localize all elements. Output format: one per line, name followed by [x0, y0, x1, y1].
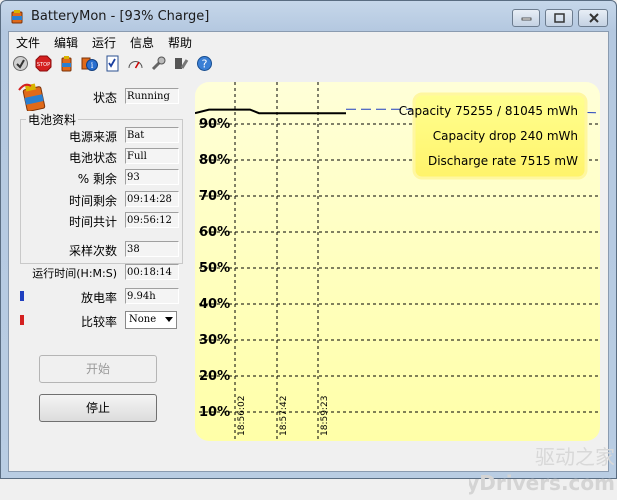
- discharge-rate-value: 9.94h: [125, 288, 179, 304]
- svg-text:i: i: [91, 61, 94, 70]
- sample-count-value: 38: [125, 241, 179, 257]
- info-line: Discharge rate 7515 mW: [428, 154, 578, 168]
- compare-rate-color-swatch: [20, 315, 24, 325]
- menu-edit[interactable]: 编辑: [54, 34, 78, 51]
- check-icon[interactable]: [12, 55, 29, 72]
- battery-icon[interactable]: [58, 55, 75, 72]
- menu-run[interactable]: 运行: [92, 34, 116, 51]
- y-tick-label: 60%: [199, 225, 230, 240]
- y-tick-label: 50%: [199, 261, 230, 276]
- svg-text:?: ?: [202, 58, 208, 71]
- chevron-down-icon: [165, 317, 173, 322]
- menu-file[interactable]: 文件: [16, 34, 40, 51]
- title-bar[interactable]: BatteryMon - [93% Charge]: [1, 1, 616, 31]
- y-tick-label: 30%: [199, 333, 230, 348]
- menu-info[interactable]: 信息: [130, 34, 154, 51]
- compare-rate-label: 比较率: [80, 315, 117, 329]
- gauge-icon[interactable]: [127, 55, 144, 72]
- runtime-value: 00:18:14: [125, 264, 179, 280]
- battery-info-title: 电池资料: [26, 111, 79, 128]
- time-total-value: 09:56:12: [125, 212, 179, 228]
- stop-icon[interactable]: STOP: [35, 55, 52, 72]
- battery-status-icon: [18, 83, 46, 112]
- compare-rate-selected: None: [129, 314, 157, 325]
- discharge-rate-color-swatch: [20, 291, 24, 301]
- battery-chart: 90% 80% 70% 60% 50% 40% 30% 20% 10% 18:56:02 18:5…: [195, 82, 600, 441]
- runtime-label: 运行时间(H:M:S): [32, 267, 117, 280]
- minimize-button[interactable]: [512, 9, 540, 27]
- time-remaining-value: 09:14:28: [125, 191, 179, 207]
- y-tick-label: 80%: [199, 153, 230, 168]
- battery-monitor-window: BatteryMon - [93% Charge] 文件 编辑 运行 信息 帮助…: [0, 0, 617, 495]
- help-icon[interactable]: ?: [196, 55, 213, 72]
- info-line: Capacity 75255 / 81045 mWh: [399, 104, 578, 118]
- compare-rate-select[interactable]: None: [125, 311, 177, 329]
- y-tick-label: 10%: [199, 405, 230, 420]
- menu-help[interactable]: 帮助: [168, 34, 192, 51]
- mydrivers-watermark: 驱动之家 MyDrivers.com: [469, 445, 615, 495]
- svg-text:MyDrivers.com: MyDrivers.com: [469, 471, 615, 495]
- discharge-rate-label: 放电率: [80, 291, 117, 305]
- status-value: Running: [125, 88, 179, 104]
- info-line: Capacity drop 240 mWh: [433, 129, 578, 143]
- close-button[interactable]: [578, 9, 608, 27]
- percent-remaining-label: % 剩余: [77, 172, 117, 186]
- time-remaining-label: 时间剩余: [68, 194, 117, 208]
- svg-text:STOP: STOP: [37, 62, 50, 68]
- time-total-label: 时间共计: [68, 215, 117, 229]
- sample-count-label: 采样次数: [68, 244, 117, 258]
- start-button[interactable]: 开始: [39, 355, 157, 383]
- y-tick-label: 70%: [199, 189, 230, 204]
- y-tick-label: 40%: [199, 297, 230, 312]
- menu-bar: 文件 编辑 运行 信息 帮助: [9, 32, 608, 51]
- checklist-icon[interactable]: [104, 55, 121, 72]
- client-area: 文件 编辑 运行 信息 帮助 STOP i ? 状态 Running 电池资料: [8, 31, 615, 495]
- wrench-icon[interactable]: [173, 55, 190, 72]
- svg-text:驱动之家: 驱动之家: [535, 445, 615, 469]
- tools-icon[interactable]: [150, 55, 167, 72]
- y-tick-label: 90%: [199, 117, 230, 132]
- battery-state-value: Full: [125, 148, 179, 164]
- percent-remaining-value: 93: [125, 169, 179, 185]
- info-icon[interactable]: i: [81, 55, 98, 72]
- x-tick-label: 18:59:23: [320, 396, 330, 436]
- power-source-value: Bat: [125, 127, 179, 143]
- maximize-icon: [554, 13, 565, 23]
- battery-state-label: 电池状态: [68, 151, 117, 165]
- power-source-label: 电源来源: [68, 130, 117, 144]
- maximize-button[interactable]: [545, 9, 573, 27]
- close-icon: [589, 13, 599, 23]
- x-tick-label: 18:56:02: [237, 396, 247, 436]
- x-tick-label: 18:57:42: [279, 396, 289, 436]
- status-label: 状态: [92, 91, 117, 105]
- toolbar: STOP i ?: [9, 52, 608, 76]
- window-title: BatteryMon - [93% Charge]: [31, 9, 210, 24]
- app-battery-icon: [11, 10, 23, 24]
- y-tick-label: 20%: [199, 369, 230, 384]
- stop-button[interactable]: 停止: [39, 394, 157, 422]
- minimize-icon: [521, 17, 532, 21]
